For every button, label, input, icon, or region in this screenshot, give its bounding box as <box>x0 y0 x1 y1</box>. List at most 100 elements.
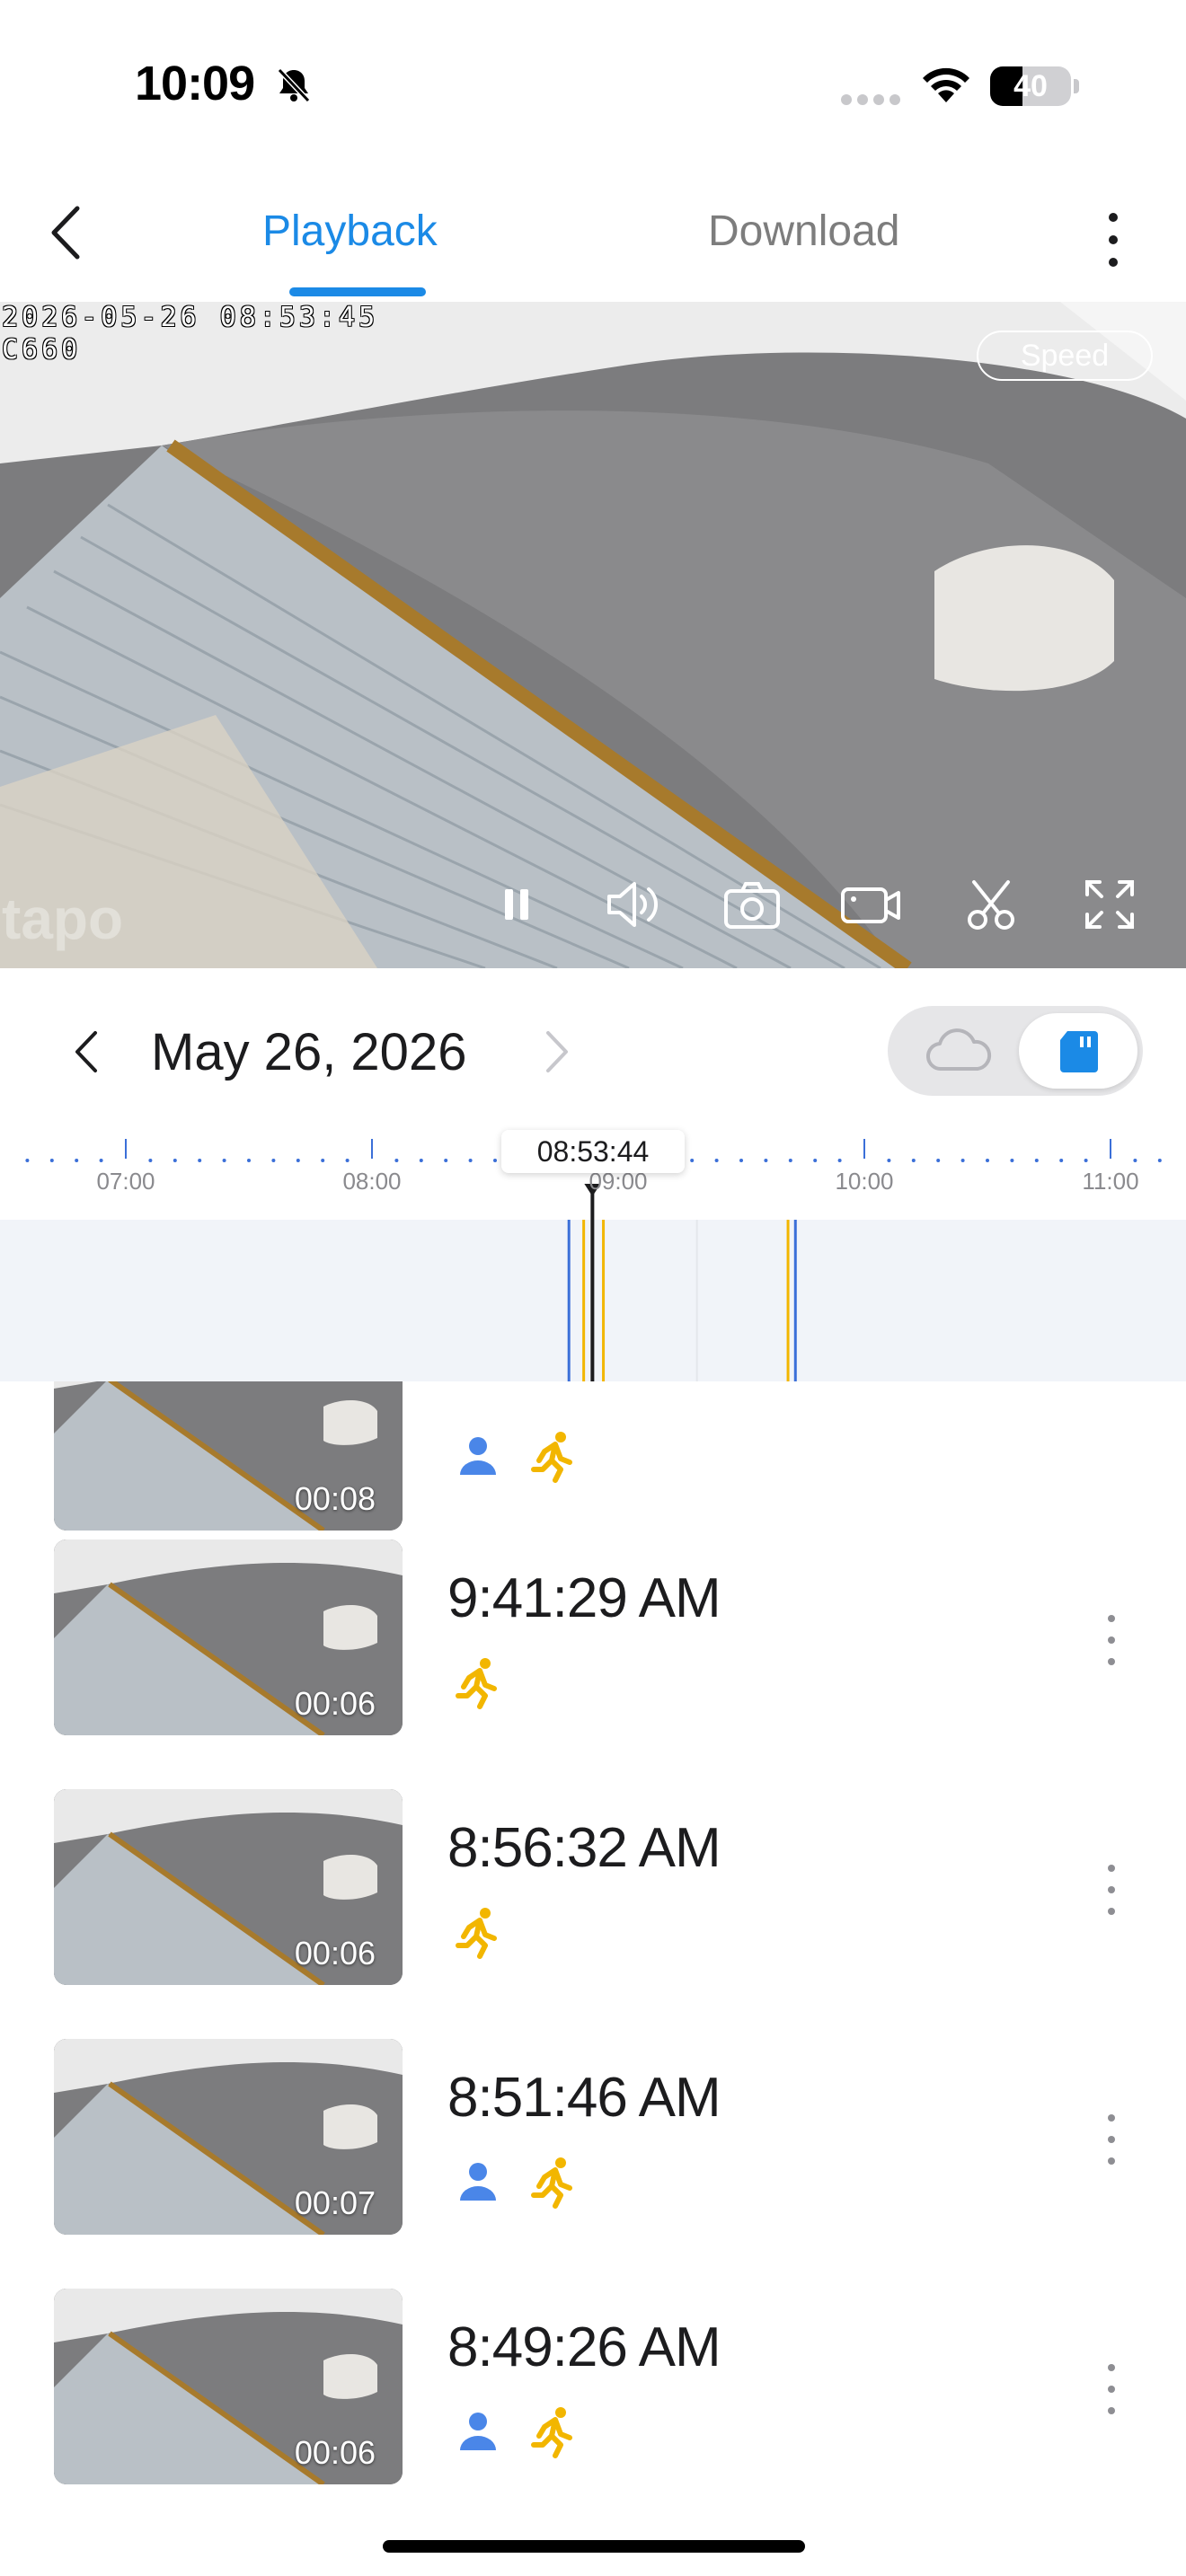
timeline-minor-tick <box>444 1159 448 1162</box>
timeline-minor-tick <box>788 1159 792 1162</box>
timeline-minor-tick <box>493 1159 497 1162</box>
timeline-hour-label: 10:00 <box>835 1168 894 1195</box>
timeline-minor-tick <box>419 1159 423 1162</box>
recording-more-icon[interactable] <box>1098 2360 1125 2418</box>
timeline-minor-tick <box>960 1159 965 1162</box>
timeline-hour-label: 11:00 <box>1082 1168 1139 1195</box>
recording-more-icon[interactable] <box>1098 1381 1125 1419</box>
record-video-icon[interactable] <box>839 873 902 936</box>
list-item[interactable]: 00:06 9:41:29 AM <box>0 1539 1186 1737</box>
recording-thumbnail[interactable]: 00:06 <box>54 1539 403 1735</box>
motion-detected-icon <box>456 1908 497 1959</box>
next-day-chevron-icon[interactable] <box>543 1029 571 1074</box>
date-selector: May 26, 2026 <box>0 968 1186 1130</box>
status-bar: 10:09 40 <box>0 0 1186 171</box>
motion-detected-icon <box>531 1432 572 1483</box>
recording-more-icon[interactable] <box>1098 1611 1125 1669</box>
timeline-minor-tick <box>764 1159 768 1162</box>
sd-card-icon[interactable] <box>1058 1029 1100 1074</box>
pause-icon[interactable] <box>485 873 548 936</box>
timeline-minor-tick <box>1034 1159 1039 1162</box>
recording-more-icon[interactable] <box>1098 1861 1125 1919</box>
timeline-minor-tick <box>75 1159 79 1162</box>
osd-camera-name: C660 <box>2 334 82 366</box>
video-player[interactable]: 2026-05-26 08:53:45 C660 Speed tapo <box>0 302 1186 968</box>
timeline-hour-label: 07:00 <box>96 1168 155 1195</box>
timeline-minor-tick <box>986 1159 989 1162</box>
timeline-minor-tick <box>148 1159 153 1162</box>
battery-icon: 40 <box>990 66 1080 106</box>
recording-time: 9:41:29 AM <box>447 1567 721 1629</box>
timeline-minor-tick <box>321 1159 325 1162</box>
timeline-minor-tick <box>468 1159 473 1162</box>
timeline-minor-tick <box>345 1159 350 1162</box>
volume-icon[interactable] <box>602 873 665 936</box>
camera-feed-image <box>0 302 1186 968</box>
fullscreen-icon[interactable] <box>1078 873 1141 936</box>
timeline-minor-tick <box>25 1159 30 1162</box>
motion-detected-icon <box>531 2407 572 2458</box>
recording-time: 8:51:46 AM <box>447 2067 721 2129</box>
home-indicator[interactable] <box>383 2540 805 2553</box>
more-options-icon[interactable] <box>1098 208 1128 271</box>
cellular-signal-icon <box>841 94 900 105</box>
timeline-minor-tick <box>1157 1159 1162 1162</box>
timeline-minor-tick <box>198 1159 202 1162</box>
battery-level: 40 <box>1013 69 1048 103</box>
tab-download[interactable]: Download <box>708 207 899 256</box>
timeline-minor-tick <box>714 1159 719 1162</box>
timeline-minor-tick <box>1084 1159 1088 1162</box>
osd-timestamp: 2026-05-26 08:53:45 <box>2 302 379 333</box>
storage-source-toggle[interactable] <box>888 1006 1143 1096</box>
snapshot-camera-icon[interactable] <box>721 873 783 936</box>
list-item[interactable]: 00:07 8:51:46 AM <box>0 2039 1186 2236</box>
wifi-icon <box>923 67 969 102</box>
recording-thumbnail[interactable]: 00:08 <box>54 1381 403 1531</box>
list-item[interactable]: 00:06 8:56:32 AM <box>0 1789 1186 1987</box>
recording-duration: 00:08 <box>294 1480 376 1517</box>
timeline-minor-tick <box>49 1159 54 1162</box>
timeline-minor-tick <box>271 1159 276 1162</box>
timeline-minor-tick <box>837 1159 842 1162</box>
timeline-minor-tick <box>247 1159 251 1162</box>
playback-timeline[interactable]: 07:00 08:00 09:00 10:00 11:00 08:53:44 <box>0 1130 1186 1381</box>
speed-button[interactable]: Speed <box>977 331 1153 381</box>
silent-bell-icon <box>277 67 311 103</box>
list-item[interactable]: 00:06 8:49:26 AM <box>0 2289 1186 2486</box>
clip-scissors-icon[interactable] <box>960 873 1022 936</box>
timeline-minor-tick <box>1133 1159 1137 1162</box>
timeline-minor-tick <box>222 1159 226 1162</box>
recording-list[interactable]: 00:08 00:06 9:41:29 AM 00:06 8:56:32 AM … <box>0 1381 1186 2513</box>
previous-day-chevron-icon[interactable] <box>72 1029 101 1074</box>
toggle-knob[interactable] <box>1019 1013 1137 1089</box>
person-detected-icon <box>460 2163 496 2201</box>
list-item[interactable]: 00:08 <box>0 1381 1186 1532</box>
status-time: 10:09 <box>135 57 255 110</box>
person-detected-icon <box>460 2413 496 2450</box>
timeline-minor-tick <box>394 1159 399 1162</box>
recording-time: 8:56:32 AM <box>447 1817 721 1879</box>
cloud-icon[interactable] <box>924 1028 996 1074</box>
person-detected-icon <box>460 1437 496 1475</box>
selected-date[interactable]: May 26, 2026 <box>151 1022 466 1082</box>
back-chevron-icon[interactable] <box>43 201 88 264</box>
recording-duration: 00:06 <box>294 1685 376 1722</box>
timeline-minor-tick <box>887 1159 891 1162</box>
motion-detected-icon <box>456 1658 497 1709</box>
timeline-hour-label: 08:00 <box>342 1168 402 1195</box>
recording-thumbnail[interactable]: 00:06 <box>54 2289 403 2484</box>
recording-thumbnail[interactable]: 00:06 <box>54 1789 403 1985</box>
timeline-minor-tick <box>1059 1159 1064 1162</box>
recording-duration: 00:06 <box>294 1935 376 1972</box>
timeline-minor-tick <box>173 1159 177 1162</box>
recording-thumbnail[interactable]: 00:07 <box>54 2039 403 2235</box>
timeline-cursor-time: 08:53:44 <box>501 1130 685 1173</box>
recording-time: 8:49:26 AM <box>447 2316 721 2378</box>
timeline-minor-tick <box>99 1159 103 1162</box>
motion-detected-icon <box>531 2157 572 2209</box>
recording-more-icon[interactable] <box>1098 2111 1125 2168</box>
tab-playback[interactable]: Playback <box>262 207 438 256</box>
tapo-watermark: tapo <box>2 887 124 951</box>
timeline-minor-tick <box>1010 1159 1014 1162</box>
timeline-minor-tick <box>936 1159 941 1162</box>
